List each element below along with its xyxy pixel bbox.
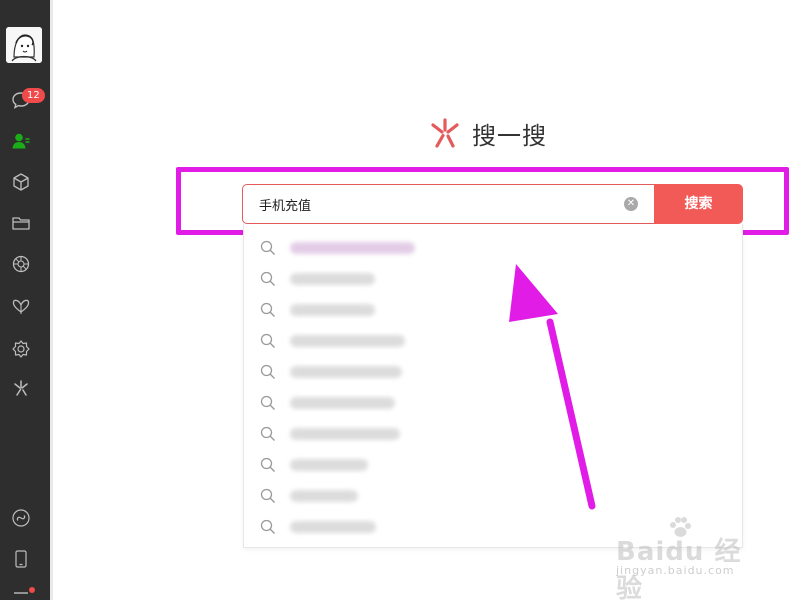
search-icon [260, 426, 275, 441]
search-icon [260, 271, 275, 286]
suggestion-text [290, 521, 376, 533]
search-icon [260, 519, 275, 534]
cube-icon[interactable] [11, 172, 31, 192]
sidebar: 12 [0, 0, 50, 600]
folder-icon[interactable] [11, 213, 31, 233]
avatar[interactable] [6, 27, 42, 63]
phone-icon[interactable] [11, 549, 31, 569]
suggestion-text [290, 335, 405, 347]
contacts-icon[interactable] [11, 131, 31, 151]
suggestion-item[interactable] [244, 482, 742, 510]
clear-input-icon[interactable]: ✕ [624, 197, 638, 211]
search-input[interactable]: 手机充值 ✕ [242, 184, 656, 224]
suggestion-item[interactable] [244, 420, 742, 448]
suggestion-item[interactable] [244, 389, 742, 417]
search-icon [260, 364, 275, 379]
search-search-icon[interactable] [11, 378, 31, 398]
mini-programs-icon[interactable] [11, 508, 31, 528]
suggestion-text [290, 459, 368, 471]
unread-badge: 12 [22, 88, 45, 103]
suggestion-dropdown [243, 224, 743, 548]
search-input-value: 手机充值 [259, 198, 312, 214]
menu-icon[interactable] [11, 590, 31, 600]
watermark-domain: jingyan.baidu.com [616, 564, 735, 577]
suggestion-text [290, 490, 358, 502]
page-title: 搜一搜 [428, 115, 547, 151]
search-icon [260, 395, 275, 410]
search-icon [260, 333, 275, 348]
search-icon [260, 240, 275, 255]
suggestion-text [290, 428, 400, 440]
suggestion-text [290, 242, 415, 254]
suggestion-text [290, 366, 402, 378]
moments-icon[interactable] [11, 254, 31, 274]
search-logo-icon [431, 118, 459, 148]
suggestion-item[interactable] [244, 327, 742, 355]
suggestion-item[interactable] [244, 451, 742, 479]
suggestion-text [290, 304, 375, 316]
avatar-image-icon [6, 27, 42, 63]
search-button[interactable]: 搜索 [654, 184, 743, 224]
suggestion-item[interactable] [244, 234, 742, 262]
suggestion-item[interactable] [244, 358, 742, 386]
title-text: 搜一搜 [472, 121, 547, 150]
sidebar-divider [50, 0, 53, 600]
watermark: Baidu 经验 jingyan.baidu.com [598, 514, 768, 604]
suggestion-text [290, 397, 395, 409]
butterfly-icon[interactable] [11, 297, 31, 317]
suggestion-item[interactable] [244, 265, 742, 293]
annotation-arrow-icon [509, 264, 596, 510]
search-icon [260, 302, 275, 317]
search-icon [260, 457, 275, 472]
search-icon [260, 488, 275, 503]
settings-cog-icon[interactable] [11, 339, 31, 359]
suggestion-text [290, 273, 375, 285]
notification-dot [29, 587, 35, 593]
suggestion-item[interactable] [244, 296, 742, 324]
